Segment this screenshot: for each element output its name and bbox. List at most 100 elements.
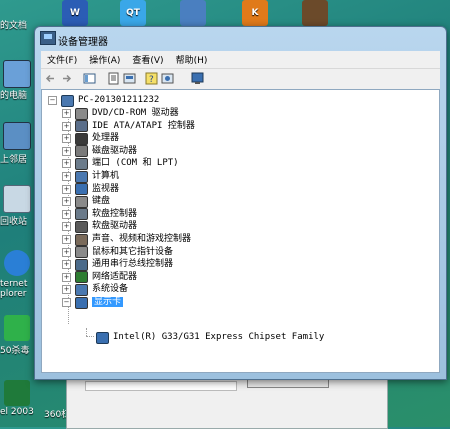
tree-category-system-device[interactable]: + 系统设备 — [62, 283, 128, 296]
category-label: 声音、视频和游戏控制器 — [92, 234, 192, 244]
background-window-panel — [85, 381, 237, 391]
toolbar: ? — [41, 68, 440, 89]
help-icon[interactable]: ? — [145, 72, 158, 85]
expand-toggle[interactable]: + — [62, 121, 71, 131]
expand-toggle[interactable]: + — [62, 159, 71, 169]
expand-toggle[interactable]: + — [62, 197, 71, 207]
desktop-icon-qt[interactable]: QT — [116, 0, 150, 28]
category-label: 端口 (COM 和 LPT) — [92, 158, 179, 169]
desktop-icon-ie[interactable] — [0, 250, 34, 278]
menu-help[interactable]: 帮助(H) — [170, 51, 214, 68]
tree-category-port[interactable]: + 端口 (COM 和 LPT) — [62, 157, 179, 170]
k-app-icon: K — [242, 0, 268, 26]
tree-category-display-adapter[interactable]: − 显示卡 — [62, 296, 124, 309]
desktop-icon-word[interactable]: W — [58, 0, 92, 28]
game-icon — [302, 0, 328, 26]
category-label: 磁盘驱动器 — [92, 145, 138, 156]
display-adapter-icon — [96, 331, 109, 344]
tree-root[interactable]: − PC-201301211232 — [48, 94, 159, 107]
child-label: Intel(R) G33/G31 Express Chipset Family — [113, 332, 325, 342]
menu-file[interactable]: 文件(F) — [41, 51, 83, 68]
desktop-icon-recycle-bin[interactable] — [0, 185, 34, 215]
category-label: 鼠标和其它指针设备 — [92, 246, 174, 257]
expand-toggle[interactable]: + — [62, 172, 71, 181]
tree-child-display-device[interactable]: Intel(R) G33/G31 Express Chipset Family — [82, 331, 324, 344]
tree-category-sound[interactable]: + 声音、视频和游戏控制器 — [62, 233, 191, 246]
tree-category-mouse[interactable]: + 鼠标和其它指针设备 — [62, 246, 173, 259]
ide-controller-icon — [75, 120, 88, 133]
desktop: { "desktop": { "icons": [ {"label": "的文档… — [0, 0, 450, 429]
category-label: 显示卡 — [92, 297, 124, 307]
svg-text:?: ? — [149, 75, 154, 85]
category-label: 监视器 — [92, 183, 120, 194]
floppy-controller-icon — [75, 208, 88, 221]
tree-category-floppy-drive[interactable]: + 软盘驱动器 — [62, 220, 137, 233]
desktop-icon-excel[interactable] — [0, 380, 34, 408]
background-window — [66, 378, 388, 429]
tree-category-monitor[interactable]: + 监视器 — [62, 183, 119, 196]
expand-toggle[interactable]: + — [62, 272, 71, 282]
forward-arrow-icon[interactable] — [60, 72, 73, 85]
tree-category-processor[interactable]: + 处理器 — [62, 132, 119, 145]
expand-toggle[interactable]: + — [62, 146, 71, 156]
expand-toggle[interactable]: + — [62, 184, 71, 194]
expand-toggle[interactable]: + — [62, 109, 71, 118]
category-label: 系统设备 — [92, 284, 129, 295]
expand-toggle[interactable]: + — [62, 260, 71, 270]
desktop-icon-computer-label: 的电脑 — [0, 91, 28, 101]
expand-toggle[interactable]: + — [62, 247, 71, 257]
word-icon: W — [62, 0, 88, 26]
ie-icon — [4, 250, 30, 276]
properties-icon[interactable] — [107, 72, 120, 85]
desktop-icon-network[interactable] — [0, 122, 34, 152]
collapse-toggle[interactable]: − — [62, 298, 71, 307]
device-tree: − PC-201301211232 + DVD/CD-ROM 驱动器 + IDE ATA… — [41, 89, 440, 373]
category-label: 处理器 — [92, 133, 120, 144]
category-label: 通用串行总线控制器 — [92, 259, 174, 270]
update-driver-icon[interactable] — [123, 72, 136, 85]
desktop-icon-game[interactable] — [298, 0, 332, 28]
desktop-icon-documents-label[interactable]: 的文档 — [0, 18, 27, 31]
desktop-icon-recycle-label: 回收站 — [0, 217, 28, 227]
tree-category-dvd-drive[interactable]: + DVD/CD-ROM 驱动器 — [62, 107, 179, 120]
tree-category-network-adapter[interactable]: + 网络适配器 — [62, 271, 137, 284]
expand-toggle[interactable]: + — [62, 285, 71, 295]
desktop-icon-k[interactable]: K — [238, 0, 272, 28]
sound-icon — [75, 233, 88, 246]
title-bar[interactable]: 设备管理器 — [35, 27, 446, 51]
show-hide-tree-icon[interactable] — [83, 72, 96, 85]
collapse-toggle[interactable]: − — [48, 96, 57, 105]
tree-category-ide-controller[interactable]: + IDE ATA/ATAPI 控制器 — [62, 120, 195, 133]
keyboard-icon — [75, 195, 88, 208]
tree-category-keyboard[interactable]: + 键盘 — [62, 195, 110, 208]
shield-icon — [4, 315, 30, 341]
computer-icon — [3, 60, 31, 88]
scan-hardware-icon[interactable] — [161, 72, 174, 85]
back-arrow-icon[interactable] — [44, 72, 57, 85]
desktop-icon-network-label: 上邻居 — [0, 155, 28, 165]
computer-icon — [61, 94, 74, 107]
port-icon — [75, 157, 88, 170]
root-label: PC-201301211232 — [78, 95, 160, 105]
menu-view[interactable]: 查看(V) — [126, 51, 169, 68]
expand-toggle[interactable]: + — [62, 235, 71, 244]
menu-action[interactable]: 操作(A) — [83, 51, 126, 68]
qt-icon: QT — [120, 0, 146, 26]
expand-toggle[interactable]: + — [62, 134, 71, 144]
tree-category-floppy-controller[interactable]: + 软盘控制器 — [62, 208, 137, 221]
display-icon[interactable] — [191, 72, 204, 85]
recycle-bin-icon — [3, 185, 31, 213]
display-adapter-icon — [75, 296, 88, 309]
desktop-icon-shortcut[interactable] — [176, 0, 210, 28]
device-manager-icon — [40, 31, 56, 45]
desktop-icon-computer[interactable] — [0, 60, 34, 90]
shortcut-icon — [180, 0, 206, 26]
category-label: 网络适配器 — [92, 271, 138, 282]
tree-category-computer[interactable]: + 计算机 — [62, 170, 119, 183]
expand-toggle[interactable]: + — [62, 222, 71, 232]
tree-category-usb[interactable]: + 通用串行总线控制器 — [62, 258, 173, 271]
tree-category-disk-drive[interactable]: + 磁盘驱动器 — [62, 145, 137, 158]
expand-toggle[interactable]: + — [62, 209, 71, 219]
desktop-icon-360[interactable] — [0, 315, 34, 343]
system-device-icon — [75, 283, 88, 296]
